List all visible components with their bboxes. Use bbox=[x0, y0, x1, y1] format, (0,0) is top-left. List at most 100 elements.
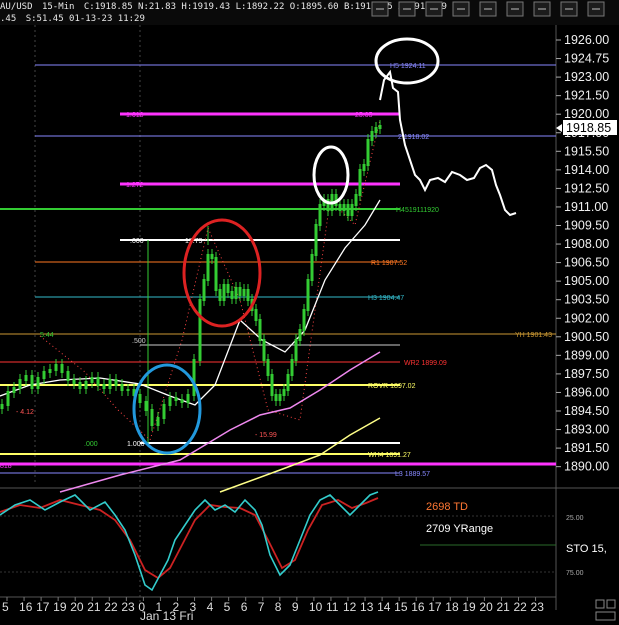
price-tick-label: 1924.75 bbox=[564, 52, 609, 66]
candle-body bbox=[378, 125, 382, 129]
scroll-controls[interactable] bbox=[595, 599, 616, 621]
candle-body bbox=[210, 254, 214, 259]
level-label-h5: H5 1924.11 bbox=[390, 63, 426, 70]
time-tick-label: 23 bbox=[531, 600, 545, 614]
candle-body bbox=[102, 384, 106, 389]
candle-body bbox=[138, 394, 142, 403]
price-axis[interactable]: 1926.001924.751923.001921.501920.001917.… bbox=[556, 33, 617, 474]
candle-body bbox=[298, 329, 302, 341]
candle-body bbox=[72, 379, 76, 384]
candle-body bbox=[310, 254, 314, 281]
forecast-path-drawing bbox=[379, 69, 517, 217]
candle-body bbox=[314, 224, 318, 256]
candle-body bbox=[156, 417, 160, 426]
candle-body bbox=[218, 289, 222, 301]
zoom-bar-icon[interactable] bbox=[595, 611, 616, 621]
left-fragment: .45 bbox=[0, 14, 16, 24]
time-tick-label: 20 bbox=[479, 600, 493, 614]
sto-slow-line bbox=[0, 497, 379, 580]
price-tick-label: 1896.00 bbox=[564, 385, 609, 399]
save-icon[interactable] bbox=[371, 1, 389, 17]
scroll-left-icon[interactable] bbox=[560, 1, 578, 17]
price-tick-label: 1894.50 bbox=[564, 404, 609, 418]
candle-body bbox=[290, 359, 294, 376]
time-tick-label: 20 bbox=[70, 600, 84, 614]
candle-body bbox=[48, 369, 52, 373]
time-tick-label: 10 bbox=[309, 600, 323, 614]
grid-icon[interactable] bbox=[479, 1, 497, 17]
candle-body bbox=[66, 371, 70, 381]
candle-body bbox=[0, 404, 4, 409]
candle-body bbox=[254, 309, 258, 321]
level-label-fib1272: 1.272 bbox=[126, 182, 144, 189]
candle-body bbox=[90, 377, 94, 383]
scroll-right-icon[interactable] bbox=[606, 599, 616, 609]
candle-body bbox=[242, 289, 246, 296]
candle-body bbox=[294, 339, 298, 361]
candle-body bbox=[370, 131, 374, 141]
level-label-yh: YH 1901.43 bbox=[515, 332, 552, 339]
note-five44: 5.44 bbox=[40, 332, 54, 339]
candle-body bbox=[202, 279, 206, 301]
time-axis[interactable]: 5 16 17 19 20 21 22 23 0 1 2 3 4 5 6 7 8 9 10 11 12 13 14 15 16 1… bbox=[2, 597, 544, 614]
levels-layer: H5 1924.111.618 25.052 1918.021.272H45191… bbox=[0, 63, 556, 478]
level-label-wh4: WH4 1891.27 bbox=[368, 452, 411, 459]
price-tick-label: 1914.00 bbox=[564, 163, 609, 177]
candle-body bbox=[358, 169, 362, 196]
candle-body bbox=[36, 377, 40, 389]
candle-body bbox=[374, 127, 378, 133]
candle-body bbox=[270, 374, 274, 396]
settings-icon[interactable] bbox=[533, 1, 551, 17]
candle-body bbox=[238, 287, 242, 296]
price-tick-label: 1905.00 bbox=[564, 274, 609, 288]
price-tick-label: 1920.00 bbox=[564, 107, 609, 121]
time-tick-label: 23 bbox=[121, 600, 135, 614]
time-tick-label: 15 bbox=[394, 600, 408, 614]
candle-body bbox=[342, 204, 346, 211]
zoom-out-icon[interactable] bbox=[425, 1, 443, 17]
time-tick-label: 4 bbox=[207, 600, 214, 614]
time-tick-label: 21 bbox=[87, 600, 101, 614]
candle-body bbox=[54, 364, 58, 371]
price-tick-label: 1890.00 bbox=[564, 460, 609, 474]
symbol-label: AU/USD bbox=[0, 2, 33, 12]
level-label-r1: R1 1907.52 bbox=[371, 260, 407, 267]
draw-icon[interactable] bbox=[506, 1, 524, 17]
candle-body bbox=[362, 164, 366, 171]
time-tick-label: 14 bbox=[377, 600, 391, 614]
note-m1599: - 15.99 bbox=[255, 432, 277, 439]
candle-body bbox=[306, 279, 310, 311]
time-tick-label: 5 bbox=[2, 600, 9, 614]
candle-body bbox=[192, 359, 196, 396]
candle-body bbox=[30, 375, 34, 389]
scroll-right-icon[interactable] bbox=[587, 1, 605, 17]
level-label-wr2: WR2 1899.09 bbox=[404, 360, 447, 367]
sto-label: STO 15, bbox=[566, 543, 607, 555]
current-price-pointer bbox=[556, 124, 562, 132]
interval-label: 15-Min bbox=[42, 2, 75, 12]
candle-body bbox=[174, 397, 178, 401]
price-tick-label: 1911.00 bbox=[564, 200, 608, 214]
scroll-left-icon[interactable] bbox=[595, 599, 605, 609]
candle-body bbox=[346, 204, 350, 216]
candle-body bbox=[262, 339, 266, 361]
price-tick-label: 1902.00 bbox=[564, 311, 609, 325]
level-label-h4519: H4519111920 bbox=[396, 207, 439, 214]
candle-body bbox=[84, 381, 88, 389]
price-tick-label: 1923.00 bbox=[564, 70, 609, 84]
level-label-l3: L3 1889.57 bbox=[395, 471, 430, 478]
time-tick-label: 8 bbox=[275, 600, 282, 614]
price-tick-label: 1912.50 bbox=[564, 181, 609, 195]
time-tick-label: 22 bbox=[514, 600, 528, 614]
annotations bbox=[132, 37, 517, 455]
candle-body bbox=[186, 394, 190, 403]
candle-body bbox=[150, 409, 154, 426]
crosshair-icon[interactable] bbox=[452, 1, 470, 17]
level-label-zero: .000 bbox=[130, 238, 144, 245]
zigzag-line bbox=[39, 119, 381, 441]
price-tick-label: 1893.00 bbox=[564, 423, 609, 437]
candle-body bbox=[180, 399, 184, 403]
candle-body bbox=[274, 394, 278, 401]
candle-body bbox=[226, 284, 230, 293]
zoom-in-icon[interactable] bbox=[398, 1, 416, 17]
